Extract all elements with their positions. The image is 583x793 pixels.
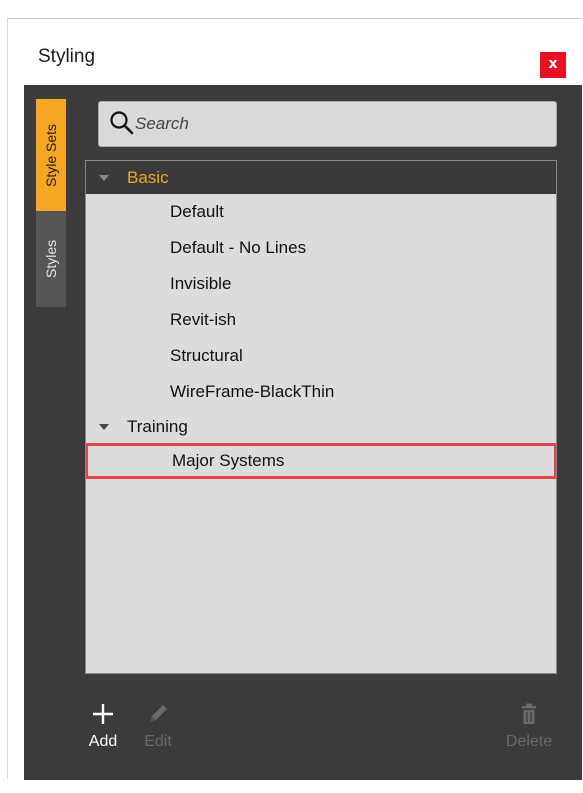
bottom-toolbar: Add Edit Delete [24,681,582,780]
edit-button[interactable]: Edit [128,701,188,751]
chevron-down-icon[interactable] [99,174,109,181]
close-icon: x [548,56,558,72]
tree-item-revit-ish[interactable]: Revit-ish [86,302,556,338]
pencil-icon [150,705,167,722]
chevron-down-icon[interactable] [99,423,109,430]
trash-icon [522,703,536,724]
search-icon [110,111,134,135]
tree-group-label: Basic [127,167,169,187]
edit-label: Edit [144,733,172,750]
delete-button[interactable]: Delete [494,701,564,751]
tab-style-sets[interactable]: Style Sets [36,99,66,211]
window-title: Styling [38,46,96,67]
tree-item-default[interactable]: Default [86,194,556,230]
add-button[interactable]: Add [80,701,126,751]
tab-styles[interactable]: Styles [36,211,66,307]
close-button[interactable]: x [540,52,566,78]
add-label: Add [88,733,118,750]
search-input[interactable] [135,110,535,138]
styling-window: Styling x Style Sets Styles Basic Defaul… [7,18,582,780]
plus-icon [93,704,113,724]
search-box[interactable] [98,101,557,147]
tree-item-wireframe-blackthin[interactable]: WireFrame-BlackThin [86,374,556,410]
tree-item-default-no-lines[interactable]: Default - No Lines [86,230,556,266]
tree-item-invisible[interactable]: Invisible [86,266,556,302]
tree-group-basic[interactable]: Basic [86,161,556,194]
tree-group-training[interactable]: Training [86,410,556,443]
tree-item-structural[interactable]: Structural [86,338,556,374]
delete-label: Delete [505,733,553,750]
title-bar: Styling x [8,19,581,85]
style-sets-tree: Basic Default Default - No Lines Invisib… [85,160,557,674]
tree-group-label: Training [127,416,188,436]
styling-panel: Style Sets Styles Basic Default Default … [24,85,582,780]
tree-item-major-systems[interactable]: Major Systems [86,443,556,479]
